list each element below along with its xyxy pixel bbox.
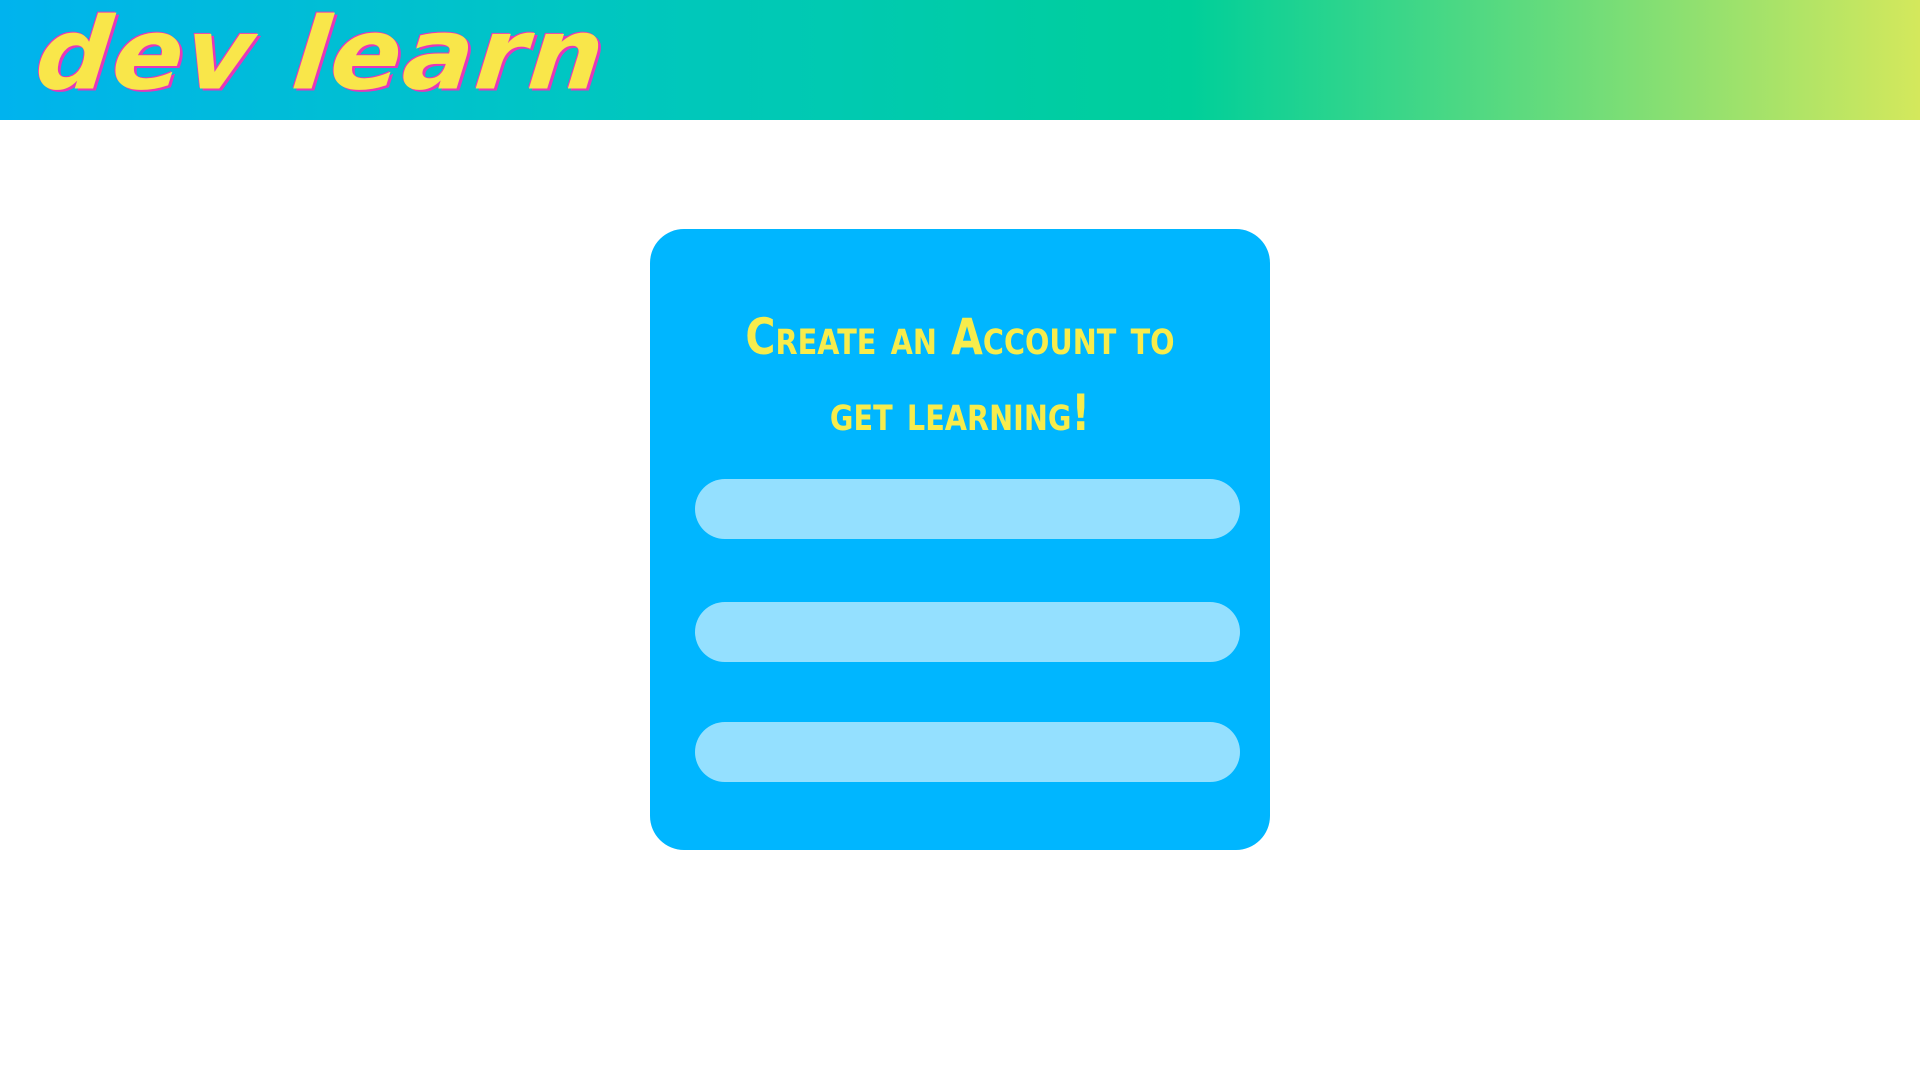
- signup-field-2[interactable]: [695, 602, 1240, 662]
- signup-title-line-1: Create an Account to: [745, 308, 1175, 366]
- signup-card: Create an Account to get learning!: [650, 229, 1270, 850]
- dev-learn-logo[interactable]: dev learn: [31, 0, 612, 112]
- signup-field-1[interactable]: [695, 479, 1240, 539]
- top-banner: dev learn: [0, 0, 1920, 120]
- signup-field-3[interactable]: [695, 722, 1240, 782]
- signup-title-line-2: get learning!: [829, 384, 1091, 442]
- signup-title: Create an Account to get learning!: [706, 299, 1214, 451]
